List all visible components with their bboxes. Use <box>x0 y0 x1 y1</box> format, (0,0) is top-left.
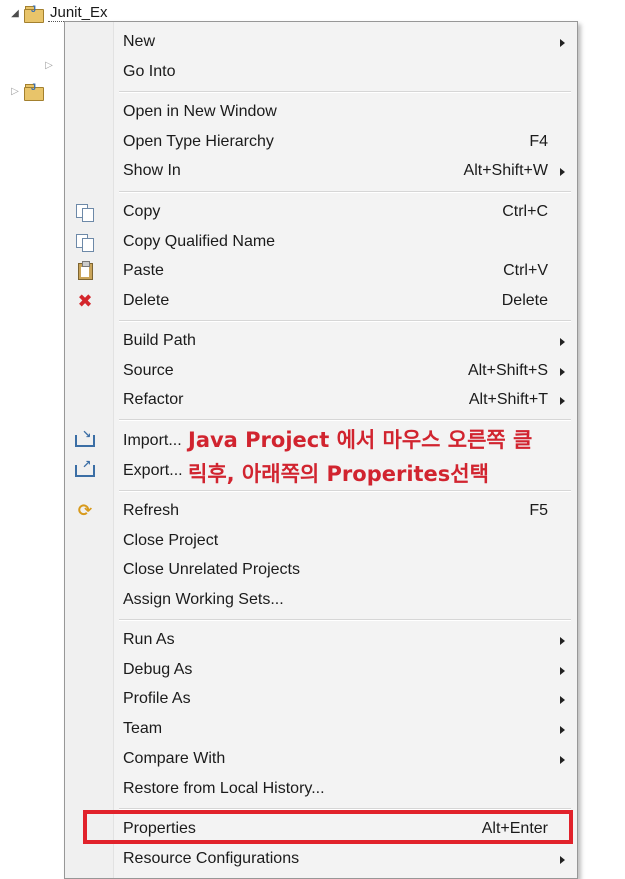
menu-separator <box>119 91 571 93</box>
menu-item-label: Open in New Window <box>123 103 277 120</box>
submenu-arrow-icon <box>560 338 565 346</box>
refresh-icon: ⟳ <box>77 501 93 520</box>
copy-qualified-name-icon <box>75 232 95 252</box>
menu-item-delete[interactable]: ✖ Delete Delete <box>65 287 577 315</box>
menu-item-label: Compare With <box>123 750 226 767</box>
menu-item-label: Debug As <box>123 661 193 678</box>
submenu-arrow-icon <box>560 667 565 675</box>
menu-item-label: Run As <box>123 631 175 648</box>
menu-item-copy[interactable]: Copy Ctrl+C <box>65 198 577 226</box>
menu-item-restore-from-local-history[interactable]: Restore from Local History... <box>65 775 577 803</box>
submenu-arrow-icon <box>560 397 565 405</box>
menu-item-shortcut: Ctrl+C <box>502 203 548 220</box>
menu-item-label: Assign Working Sets... <box>123 591 284 608</box>
menu-item-label: Go Into <box>123 63 176 80</box>
menu-item-label: Refresh <box>123 502 180 519</box>
menu-item-refresh[interactable]: ⟳ Refresh F5 <box>65 497 577 525</box>
menu-item-shortcut: Alt+Shift+S <box>467 362 548 379</box>
project-folder-icon: J <box>22 82 44 101</box>
menu-item-shortcut: Delete <box>501 292 548 309</box>
menu-item-refactor[interactable]: Refactor Alt+Shift+T <box>65 386 577 414</box>
submenu-arrow-icon <box>560 637 565 645</box>
menu-separator <box>119 419 571 421</box>
menu-item-label: Refactor <box>123 391 184 408</box>
menu-item-close-unrelated-projects[interactable]: Close Unrelated Projects <box>65 556 577 584</box>
menu-item-profile-as[interactable]: Profile As <box>65 685 577 713</box>
menu-item-label: Paste <box>123 262 164 279</box>
menu-item-shortcut: F4 <box>529 133 548 150</box>
export-icon: ↗ <box>75 459 95 481</box>
menu-item-go-into[interactable]: Go Into <box>65 58 577 86</box>
menu-item-shortcut: Alt+Shift+T <box>468 391 548 408</box>
menu-item-label: Profile As <box>123 690 191 707</box>
menu-item-label: Source <box>123 362 174 379</box>
menu-item-compare-with[interactable]: Compare With <box>65 745 577 773</box>
import-icon: ↘ <box>75 429 95 451</box>
annotation-text-line-2: 릭후, 아래쪽의 Properites선택 <box>188 462 489 486</box>
menu-item-shortcut: Alt+Shift+W <box>463 162 548 179</box>
submenu-arrow-icon <box>560 168 565 176</box>
menu-separator <box>119 320 571 322</box>
submenu-arrow-icon <box>560 756 565 764</box>
paste-icon <box>75 260 95 281</box>
menu-item-build-path[interactable]: Build Path <box>65 327 577 355</box>
menu-separator <box>119 490 571 492</box>
menu-item-run-as[interactable]: Run As <box>65 626 577 654</box>
java-project-icon: J <box>22 4 44 23</box>
menu-item-label: New <box>123 33 156 50</box>
collapsed-arrow-icon[interactable]: ▷ <box>8 86 22 97</box>
menu-item-show-in[interactable]: Show In Alt+Shift+W <box>65 157 577 185</box>
delete-icon: ✖ <box>77 291 93 311</box>
properties-highlight-box <box>83 810 573 844</box>
menu-item-open-in-new-window[interactable]: Open in New Window <box>65 98 577 126</box>
menu-item-shortcut: Ctrl+V <box>503 262 548 279</box>
submenu-arrow-icon <box>560 856 565 864</box>
copy-icon <box>75 202 95 222</box>
menu-item-assign-working-sets[interactable]: Assign Working Sets... <box>65 586 577 614</box>
menu-item-label: Restore from Local History... <box>123 780 325 797</box>
tree-row-junit-ex[interactable]: ◢ J Junit_Ex <box>8 4 110 23</box>
menu-item-label: Copy <box>123 203 161 220</box>
menu-item-label: Close Project <box>123 532 219 549</box>
menu-item-label: Delete <box>123 292 170 309</box>
submenu-arrow-icon <box>560 696 565 704</box>
collapsed-arrow-icon[interactable]: ▷ <box>42 60 56 71</box>
menu-item-label: Import... <box>123 432 182 449</box>
expanded-arrow-icon[interactable]: ◢ <box>8 8 22 19</box>
menu-item-paste[interactable]: Paste Ctrl+V <box>65 257 577 285</box>
menu-item-shortcut: F5 <box>529 502 548 519</box>
menu-item-label: Copy Qualified Name <box>123 233 276 250</box>
menu-item-team[interactable]: Team <box>65 715 577 743</box>
tree-row-child[interactable]: ▷ <box>42 60 56 71</box>
menu-item-label: Export... <box>123 462 183 479</box>
submenu-arrow-icon <box>560 39 565 47</box>
menu-item-copy-qualified-name[interactable]: Copy Qualified Name <box>65 228 577 256</box>
tree-row-project-2[interactable]: ▷ J <box>8 82 44 101</box>
menu-item-label: Open Type Hierarchy <box>123 133 274 150</box>
annotation-text-line-1: Java Project 에서 마우스 오른쪽 클 <box>188 428 533 452</box>
submenu-arrow-icon <box>560 726 565 734</box>
menu-item-resource-configurations[interactable]: Resource Configurations <box>65 845 577 873</box>
menu-item-label: Show In <box>123 162 181 179</box>
menu-item-close-project[interactable]: Close Project <box>65 527 577 555</box>
menu-item-label: Team <box>123 720 163 737</box>
menu-separator <box>119 619 571 621</box>
menu-item-debug-as[interactable]: Debug As <box>65 656 577 684</box>
menu-item-source[interactable]: Source Alt+Shift+S <box>65 357 577 385</box>
menu-separator <box>119 191 571 193</box>
submenu-arrow-icon <box>560 368 565 376</box>
menu-item-label: Build Path <box>123 332 196 349</box>
menu-item-open-type-hierarchy[interactable]: Open Type Hierarchy F4 <box>65 128 577 156</box>
menu-item-label: Resource Configurations <box>123 850 300 867</box>
menu-item-label: Close Unrelated Projects <box>123 561 300 578</box>
menu-item-new[interactable]: New <box>65 28 577 56</box>
project-label: Junit_Ex <box>48 4 110 22</box>
